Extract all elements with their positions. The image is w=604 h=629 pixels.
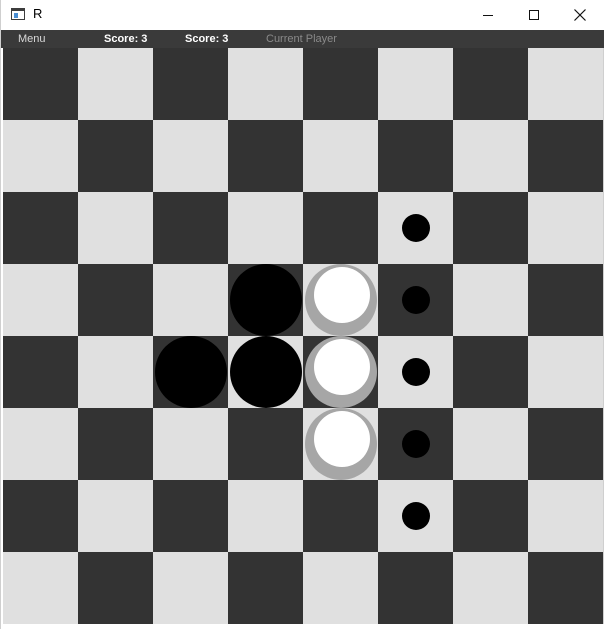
board-cell-r8-c2[interactable] bbox=[78, 552, 153, 624]
board-cell-r2-c7[interactable] bbox=[453, 120, 528, 192]
black-piece bbox=[230, 336, 302, 408]
app-window-icon bbox=[11, 8, 25, 20]
board-cell-r4-c3[interactable] bbox=[153, 264, 228, 336]
board-cell-r7-c1[interactable] bbox=[3, 480, 78, 552]
window-title: R bbox=[33, 6, 43, 21]
valid-move-hint[interactable] bbox=[402, 214, 430, 242]
board-cell-r5-c6[interactable] bbox=[378, 336, 453, 408]
player1-score: Score: 3 bbox=[104, 33, 148, 45]
black-piece bbox=[230, 264, 302, 336]
board-cell-r1-c2[interactable] bbox=[78, 48, 153, 120]
board-cell-r1-c8[interactable] bbox=[528, 48, 603, 120]
board-cell-r3-c5[interactable] bbox=[303, 192, 378, 264]
board-cell-r2-c1[interactable] bbox=[3, 120, 78, 192]
board-cell-r8-c3[interactable] bbox=[153, 552, 228, 624]
board-cell-r7-c8[interactable] bbox=[528, 480, 603, 552]
player2-score: Score: 3 bbox=[185, 33, 229, 45]
window-bottom-edge bbox=[1, 624, 604, 629]
board-cell-r3-c4[interactable] bbox=[228, 192, 303, 264]
valid-move-hint[interactable] bbox=[402, 286, 430, 314]
white-piece bbox=[305, 336, 377, 408]
board-cell-r5-c5[interactable] bbox=[303, 336, 378, 408]
valid-move-hint[interactable] bbox=[402, 430, 430, 458]
board-cell-r4-c6[interactable] bbox=[378, 264, 453, 336]
board-cell-r8-c4[interactable] bbox=[228, 552, 303, 624]
board-cell-r5-c2[interactable] bbox=[78, 336, 153, 408]
board-cell-r4-c2[interactable] bbox=[78, 264, 153, 336]
board-cell-r7-c5[interactable] bbox=[303, 480, 378, 552]
white-piece bbox=[305, 264, 377, 336]
board-cell-r1-c4[interactable] bbox=[228, 48, 303, 120]
maximize-button[interactable] bbox=[511, 0, 557, 30]
minimize-button[interactable] bbox=[465, 0, 511, 30]
board-cell-r2-c8[interactable] bbox=[528, 120, 603, 192]
board-cell-r4-c8[interactable] bbox=[528, 264, 603, 336]
board-cell-r3-c3[interactable] bbox=[153, 192, 228, 264]
close-button[interactable] bbox=[557, 0, 603, 30]
app-window: R Menu Score: 3 Score: 3 Current Player bbox=[0, 0, 604, 629]
board-cell-r2-c6[interactable] bbox=[378, 120, 453, 192]
board-cell-r2-c4[interactable] bbox=[228, 120, 303, 192]
board-cell-r1-c5[interactable] bbox=[303, 48, 378, 120]
game-board bbox=[3, 48, 603, 624]
board-cell-r3-c1[interactable] bbox=[3, 192, 78, 264]
board-cell-r5-c4[interactable] bbox=[228, 336, 303, 408]
board-cell-r2-c2[interactable] bbox=[78, 120, 153, 192]
board-cell-r7-c6[interactable] bbox=[378, 480, 453, 552]
board-cell-r7-c4[interactable] bbox=[228, 480, 303, 552]
board-cell-r3-c2[interactable] bbox=[78, 192, 153, 264]
board-cell-r6-c5[interactable] bbox=[303, 408, 378, 480]
board-cell-r6-c6[interactable] bbox=[378, 408, 453, 480]
board-cell-r6-c8[interactable] bbox=[528, 408, 603, 480]
board-cell-r8-c5[interactable] bbox=[303, 552, 378, 624]
board-cell-r5-c1[interactable] bbox=[3, 336, 78, 408]
board-cell-r1-c1[interactable] bbox=[3, 48, 78, 120]
black-piece bbox=[155, 336, 227, 408]
board-cell-r7-c7[interactable] bbox=[453, 480, 528, 552]
white-piece bbox=[305, 408, 377, 480]
board-cell-r6-c3[interactable] bbox=[153, 408, 228, 480]
current-player-label: Current Player bbox=[266, 33, 337, 45]
board-cell-r6-c7[interactable] bbox=[453, 408, 528, 480]
valid-move-hint[interactable] bbox=[402, 358, 430, 386]
board-cell-r8-c6[interactable] bbox=[378, 552, 453, 624]
board-cell-r8-c7[interactable] bbox=[453, 552, 528, 624]
menu-button[interactable]: Menu bbox=[18, 32, 46, 46]
valid-move-hint[interactable] bbox=[402, 502, 430, 530]
board-cell-r7-c3[interactable] bbox=[153, 480, 228, 552]
board-cell-r1-c6[interactable] bbox=[378, 48, 453, 120]
board-cell-r5-c3[interactable] bbox=[153, 336, 228, 408]
board-cell-r1-c3[interactable] bbox=[153, 48, 228, 120]
board-cell-r6-c1[interactable] bbox=[3, 408, 78, 480]
board-cell-r2-c3[interactable] bbox=[153, 120, 228, 192]
board-cell-r8-c8[interactable] bbox=[528, 552, 603, 624]
board-cell-r5-c7[interactable] bbox=[453, 336, 528, 408]
minimize-icon bbox=[483, 14, 493, 16]
board-cell-r4-c4[interactable] bbox=[228, 264, 303, 336]
title-bar[interactable]: R bbox=[1, 0, 604, 30]
board-cell-r4-c7[interactable] bbox=[453, 264, 528, 336]
board-cell-r3-c7[interactable] bbox=[453, 192, 528, 264]
close-icon bbox=[574, 9, 586, 21]
board-cell-r3-c6[interactable] bbox=[378, 192, 453, 264]
board-cell-r6-c2[interactable] bbox=[78, 408, 153, 480]
status-bar: Menu Score: 3 Score: 3 Current Player bbox=[1, 30, 604, 48]
board-cell-r6-c4[interactable] bbox=[228, 408, 303, 480]
board-cell-r1-c7[interactable] bbox=[453, 48, 528, 120]
maximize-icon bbox=[529, 10, 539, 20]
board-cell-r4-c5[interactable] bbox=[303, 264, 378, 336]
board-cell-r3-c8[interactable] bbox=[528, 192, 603, 264]
board-cell-r8-c1[interactable] bbox=[3, 552, 78, 624]
board-cell-r5-c8[interactable] bbox=[528, 336, 603, 408]
board-cell-r4-c1[interactable] bbox=[3, 264, 78, 336]
board-cell-r7-c2[interactable] bbox=[78, 480, 153, 552]
board-cell-r2-c5[interactable] bbox=[303, 120, 378, 192]
